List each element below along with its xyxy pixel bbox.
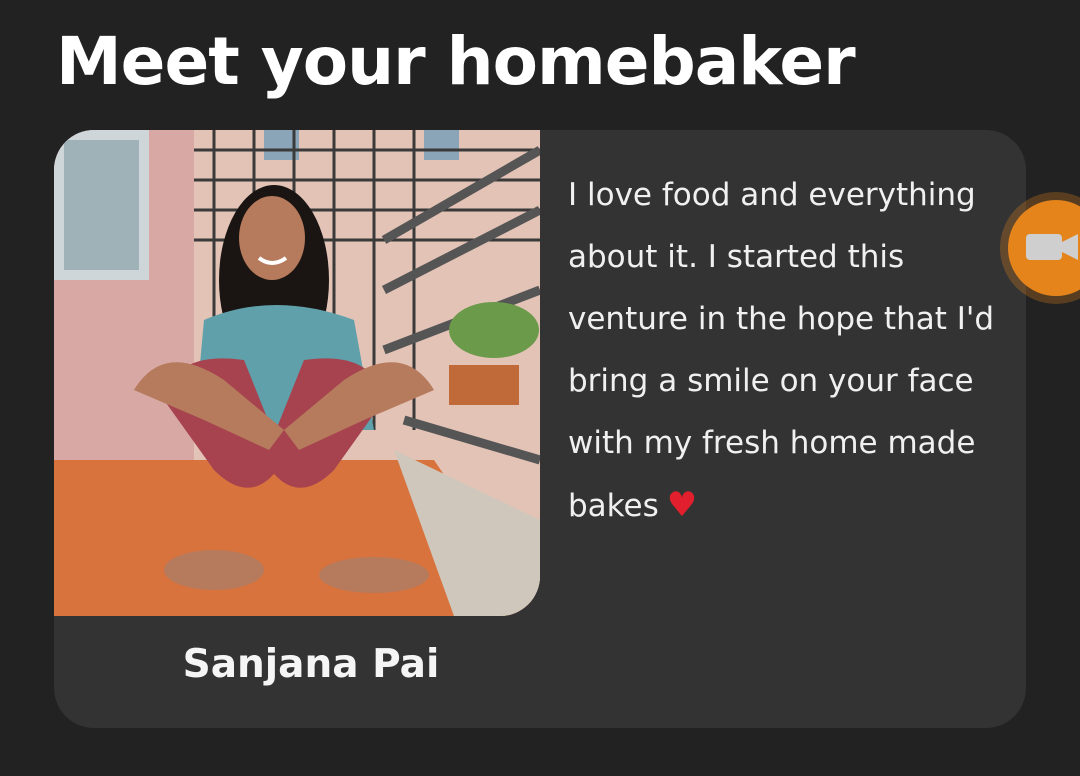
baker-bio-text: I love food and everything about it. I s… <box>568 177 995 524</box>
baker-card: Sanjana Pai I love food and everything a… <box>54 130 1026 728</box>
baker-photo <box>54 130 540 616</box>
baker-bio: I love food and everything about it. I s… <box>568 164 1018 537</box>
baker-name: Sanjana Pai <box>182 642 440 687</box>
page-title: Meet your homebaker <box>56 23 856 100</box>
heart-icon: ♥ <box>666 485 698 525</box>
video-camera-icon <box>1026 234 1078 260</box>
